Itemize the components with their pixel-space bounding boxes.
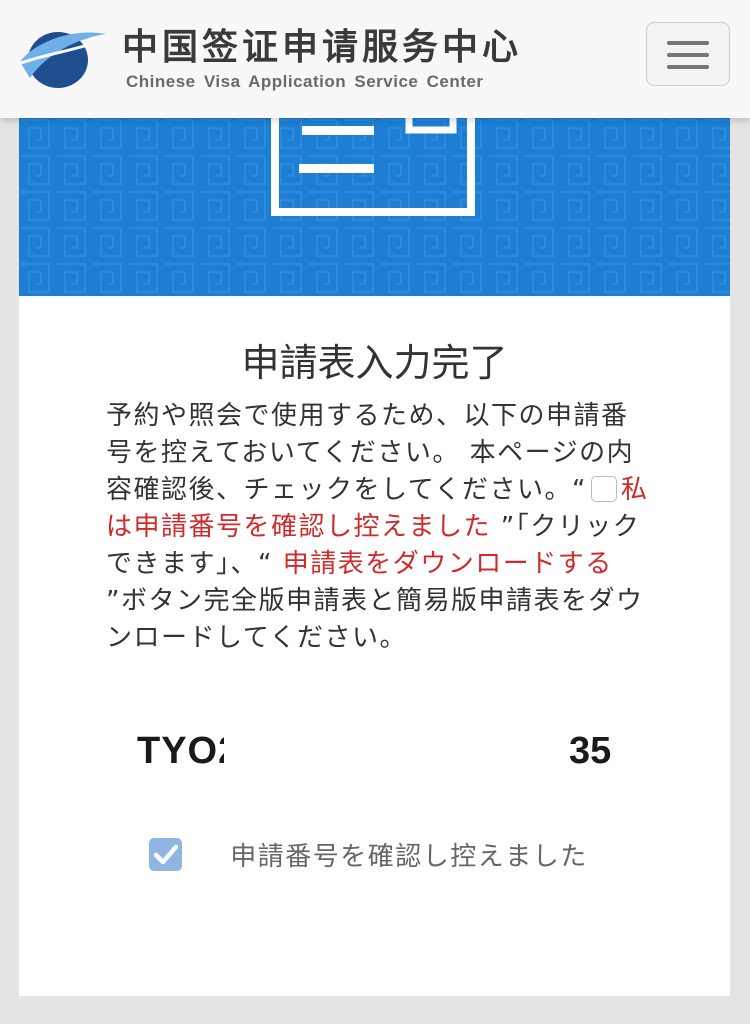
banner-pattern	[19, 118, 730, 296]
confirm-checkbox-label[interactable]: 申請番号を確認し控えました	[229, 836, 589, 878]
inline-checkbox-icon	[590, 476, 617, 502]
brand-name-chinese: 中国签证申请服务中心	[122, 26, 523, 68]
instructions-highlight-download: 申請表をダウンロードする	[282, 549, 613, 579]
instructions-part-3: ”ボタン完全版申請表と簡易版申請表をダウンロードしてください。	[106, 586, 644, 653]
menu-bar-icon	[667, 65, 709, 69]
application-number-suffix: 35	[569, 730, 612, 772]
content-card: 申請表入力完了 予約や照会で使用するため、以下の申請番号を控えておいてください。…	[19, 118, 730, 996]
instructions-part-1: 予約や照会で使用するため、以下の申請番号を控えておいてください。 本ページの内容…	[106, 401, 635, 505]
globe-logo-icon	[17, 32, 106, 88]
site-header: 中国签证申请服务中心 Chinese Visa Application Serv…	[0, 0, 750, 118]
confirm-checkbox[interactable]	[149, 838, 182, 871]
banner	[19, 118, 730, 296]
page-title: 申請表入力完了	[241, 341, 508, 385]
instructions-text: 予約や照会で使用するため、以下の申請番号を控えておいてください。 本ページの内容…	[106, 398, 654, 657]
redaction-mask	[224, 724, 614, 780]
menu-bar-icon	[667, 41, 709, 45]
brand-name-english: Chinese Visa Application Service Center	[126, 72, 484, 91]
menu-bar-icon	[667, 53, 709, 57]
checkmark-icon	[153, 844, 179, 865]
hamburger-menu-button[interactable]	[646, 22, 730, 86]
